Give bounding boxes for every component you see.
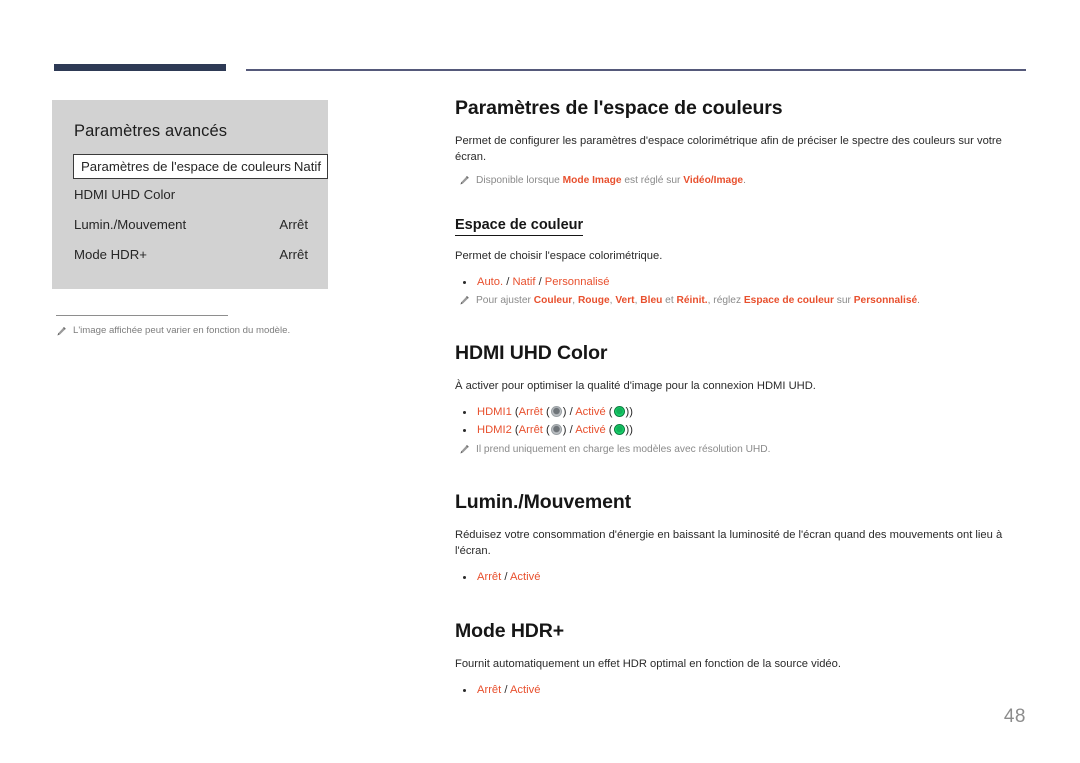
option-personnalise: Personnalisé [544,275,610,288]
section-body-lumin-mouvement: Réduisez votre consommation d'énergie en… [455,529,1003,558]
list-item: HDMI1 (Arrêt () / Activé ()) [455,403,1030,421]
paren-open: ( [511,406,519,419]
osd-row-value: Arrêt [279,216,308,232]
led-off-icon [550,424,562,436]
note-term-couleur: Couleur [533,294,573,306]
option-arret: Arrêt [477,571,502,584]
section-title-hdmi-uhd-color: HDMI UHD Color [455,342,608,365]
option-separator: / [566,406,576,419]
osd-row-label: Paramètres de l'espace de couleurs [81,159,291,174]
header-rule-thin [246,69,1026,71]
page-number: 48 [1003,706,1026,727]
note-sep: sur [833,294,854,306]
option-port-hdmi1: HDMI1 [477,406,512,419]
led-on-icon [613,424,625,436]
paren-close: ) [629,406,633,419]
pencil-icon [459,175,470,186]
subsection-body-espace-de-couleur: Permet de choisir l'espace colorimétriqu… [455,249,663,262]
left-note-divider [56,315,228,316]
options-list-mode-hdr-plus: Arrêt / Activé [455,681,1030,699]
section-body-mode-hdr-plus: Fournit automatiquement un effet HDR opt… [455,658,841,671]
pencil-icon [56,326,67,337]
led-on-icon [613,406,625,418]
header-rule-thick [54,64,226,71]
note-sep: . [917,294,921,306]
note-hdmi-uhd-support: Il prend uniquement en charge les modèle… [459,443,1030,458]
left-note-text: L'image affichée peut varier en fonction… [73,325,291,336]
note-part-mid: est réglé sur [621,174,684,186]
note-text: Il prend uniquement en charge les modèle… [476,443,771,455]
osd-row-label: Lumin./Mouvement [74,216,187,232]
osd-row-value: Arrêt [279,246,308,262]
osd-menu-panel: Paramètres avancés Paramètres de l'espac… [52,100,328,289]
options-list-hdmi-uhd-color: HDMI1 (Arrêt () / Activé ()) HDMI2 (Arrê… [455,403,1030,439]
section-body-color-space: Permet de configurer les paramètres d'es… [455,135,1002,163]
note-term-mode-image: Mode Image [562,174,622,186]
note-term-espace-de-couleur: Espace de couleur [743,294,834,306]
section-body-hdmi-uhd-color: À activer pour optimiser la qualité d'im… [455,380,816,393]
osd-panel-title: Paramètres avancés [74,122,228,140]
note-part-post: . [743,174,746,186]
osd-row-value: Natif [293,159,321,174]
osd-row-color-space-settings[interactable]: Paramètres de l'espace de couleurs Natif [73,154,328,179]
option-port-hdmi2: HDMI2 [477,424,512,437]
note-term-rouge: Rouge [577,294,610,306]
note-term-reinit: Réinit. [676,294,708,306]
option-separator: / [535,275,545,288]
option-separator: / [501,571,510,584]
list-item: Arrêt / Activé [455,681,1030,699]
list-item: Auto. / Natif / Personnalisé [455,273,1030,291]
option-separator: / [566,424,576,437]
option-active: Activé [509,571,541,584]
note-text: Disponible lorsque Mode Image est réglé … [476,174,746,189]
pencil-icon [459,295,470,306]
option-off-label: Arrêt [518,406,543,419]
option-off-label: Arrêt [518,424,543,437]
options-list-lumin-mouvement: Arrêt / Activé [455,568,1030,586]
option-on-label: Activé [575,424,606,437]
pencil-icon [459,444,470,455]
section-title-mode-hdr-plus: Mode HDR+ [455,620,565,643]
option-on-label: Activé [575,406,606,419]
note-sep: , réglez [707,294,744,306]
option-separator: / [501,684,510,697]
note-term-bleu: Bleu [640,294,663,306]
note-sep: et [662,294,677,306]
note-espace-de-couleur-adjust: Pour ajuster Couleur, Rouge, Vert, Bleu … [459,294,1030,309]
options-list-espace-de-couleur: Auto. / Natif / Personnalisé [455,273,1030,291]
osd-row-mode-hdr-plus[interactable]: Mode HDR+ Arrêt [52,239,328,269]
subsection-title-espace-de-couleur: Espace de couleur [455,217,584,236]
note-term-personnalise: Personnalisé [853,294,918,306]
option-natif: Natif [512,275,536,288]
note-part-pre: Disponible lorsque [476,174,563,186]
list-item: HDMI2 (Arrêt () / Activé ()) [455,421,1030,439]
paren-open: ( [511,424,519,437]
section-title-color-space: Paramètres de l'espace de couleurs [455,97,783,119]
right-content-column: Paramètres de l'espace de couleurs Perme… [455,97,1030,701]
left-image-disclaimer-note: L'image affichée peut varier en fonction… [52,325,328,336]
paren-close: ) [629,424,633,437]
osd-row-lumin-mouvement[interactable]: Lumin./Mouvement Arrêt [52,209,328,239]
left-column: Paramètres avancés Paramètres de l'espac… [52,100,328,336]
option-arret: Arrêt [477,684,502,697]
option-auto: Auto. [477,275,504,288]
osd-row-hdmi-uhd-color[interactable]: HDMI UHD Color [52,179,328,209]
osd-row-label: Mode HDR+ [74,246,147,262]
section-title-lumin-mouvement: Lumin./Mouvement [455,491,632,514]
note-term-video-image: Vidéo/Image [683,174,744,186]
note-text: Pour ajuster Couleur, Rouge, Vert, Bleu … [476,294,920,309]
osd-row-label: HDMI UHD Color [74,186,176,202]
page-header-rules [0,0,1080,80]
note-part-pre: Pour ajuster [476,294,534,306]
option-active: Activé [509,684,541,697]
led-off-icon [550,406,562,418]
note-color-space-availability: Disponible lorsque Mode Image est réglé … [459,174,1030,189]
note-term-vert: Vert [615,294,635,306]
list-item: Arrêt / Activé [455,568,1030,586]
